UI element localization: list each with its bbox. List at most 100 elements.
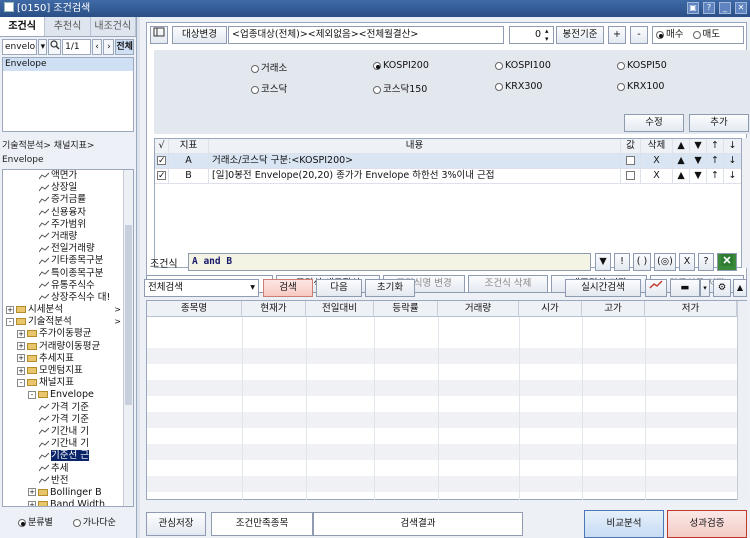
move-bottom-icon[interactable]: ↓ bbox=[724, 154, 741, 169]
radio-by-category[interactable]: 분류별 bbox=[18, 515, 53, 528]
move-down-icon[interactable]: ▼ bbox=[690, 154, 707, 169]
search-icon[interactable] bbox=[48, 39, 62, 55]
tab-condition[interactable]: 조건식 bbox=[0, 17, 46, 36]
move-up-icon[interactable]: ▲ bbox=[673, 154, 690, 169]
row-content[interactable]: [일]0봉전 Envelope(20,20) 종가가 Envelope 하한선 … bbox=[209, 169, 621, 184]
search-scope-select[interactable]: 전체검색 ▾ bbox=[144, 279, 259, 297]
move-up-icon[interactable]: ▲ bbox=[673, 169, 690, 184]
expand-icon[interactable]: + bbox=[17, 329, 25, 338]
help-icon[interactable]: ? bbox=[703, 2, 715, 14]
market-kospi100[interactable]: KOSPI100 bbox=[495, 60, 551, 71]
prev-page-icon[interactable]: ‹ bbox=[91, 39, 103, 55]
list-item[interactable]: Envelope bbox=[3, 58, 133, 71]
edit-button[interactable]: 수정 bbox=[624, 114, 684, 132]
search-button[interactable]: 검색 bbox=[263, 279, 313, 297]
row-value-checkbox[interactable] bbox=[621, 169, 641, 184]
tree-item[interactable]: 액면가 bbox=[3, 170, 133, 182]
tab-recommended[interactable]: 추천식 bbox=[45, 17, 91, 36]
row-delete-button[interactable]: X bbox=[641, 169, 673, 184]
radio-alphabetical[interactable]: 가나다순 bbox=[72, 515, 116, 528]
display-mode-icon[interactable]: ▬ bbox=[670, 279, 700, 297]
move-top-icon[interactable]: ↑ bbox=[707, 154, 724, 169]
tree-item[interactable]: - 채널지표 bbox=[3, 377, 133, 389]
formula-delete-button[interactable]: X bbox=[679, 253, 695, 271]
candle-basis-button[interactable]: 봉전기준 bbox=[556, 26, 604, 44]
tree-item[interactable]: 가격 기준 bbox=[3, 414, 133, 426]
row-content[interactable]: 거래소/코스닥 구분:<KOSPI200> bbox=[209, 154, 621, 169]
market-kosdaq[interactable]: 코스닥 bbox=[251, 81, 287, 95]
market-kosdaq150[interactable]: 코스닥150 bbox=[373, 81, 427, 95]
tab-my-conditions[interactable]: 내조건식 bbox=[90, 17, 136, 36]
tree-item[interactable]: 특이종목구분 bbox=[3, 268, 133, 280]
search-input[interactable]: envelope bbox=[2, 39, 38, 55]
tree-item[interactable]: + 주가이동평균 bbox=[3, 328, 133, 340]
plus-button[interactable]: + bbox=[608, 26, 626, 44]
collapse-icon[interactable]: - bbox=[28, 390, 36, 399]
row-checkbox[interactable] bbox=[155, 154, 169, 169]
next-button[interactable]: 다음 bbox=[316, 279, 362, 297]
market-krx300[interactable]: KRX300 bbox=[495, 81, 542, 92]
market-krx100[interactable]: KRX100 bbox=[617, 81, 664, 92]
formula-group-button[interactable]: (◎) bbox=[654, 253, 676, 271]
delete-formula-button[interactable]: 조건식 삭제 bbox=[468, 275, 548, 293]
chart-icon[interactable] bbox=[645, 279, 667, 297]
expand-icon[interactable]: + bbox=[28, 488, 36, 497]
minus-button[interactable]: - bbox=[630, 26, 648, 44]
tree-item[interactable]: 거래량 bbox=[3, 231, 133, 243]
save-watchlist-button[interactable]: 관심저장 bbox=[146, 512, 206, 536]
tree-item[interactable]: 주가범위 bbox=[3, 219, 133, 231]
tree-item[interactable]: 유통주식수 bbox=[3, 280, 133, 292]
expand-icon[interactable]: + bbox=[17, 354, 25, 363]
tree-item[interactable]: 전일거래량 bbox=[3, 243, 133, 255]
results-scrollbar[interactable] bbox=[737, 301, 747, 500]
excel-icon[interactable] bbox=[717, 253, 737, 271]
settings-gear-icon[interactable]: ⚙ bbox=[713, 279, 731, 297]
add-button[interactable]: 추가 bbox=[689, 114, 749, 132]
reset-button[interactable]: 초기화 bbox=[365, 279, 415, 297]
tree-item[interactable]: - 기술적분석 > bbox=[3, 316, 133, 328]
market-kospi-exchange[interactable]: 거래소 bbox=[251, 60, 287, 74]
tree-item[interactable]: 추세 bbox=[3, 463, 133, 475]
tree-item[interactable]: + 모멘텀지표 bbox=[3, 365, 133, 377]
tree-item[interactable]: 가격 기준 bbox=[3, 402, 133, 414]
move-down-icon[interactable]: ▼ bbox=[690, 169, 707, 184]
display-mode-dropdown-icon[interactable]: ▾ bbox=[700, 279, 710, 297]
tree-item[interactable]: 기타종목구분 bbox=[3, 255, 133, 267]
tree-item[interactable]: 기준선 근 bbox=[3, 450, 133, 462]
expand-icon[interactable]: + bbox=[17, 342, 25, 351]
radio-sell[interactable]: 매도 bbox=[692, 29, 720, 40]
expand-icon[interactable]: + bbox=[6, 305, 14, 314]
tree-item[interactable]: 반전 bbox=[3, 475, 133, 487]
tree-item[interactable]: + 시세분석 > bbox=[3, 304, 133, 316]
tree-item[interactable]: + 거래량이동평균 bbox=[3, 341, 133, 353]
minimize-icon[interactable]: _ bbox=[719, 2, 731, 14]
tree-item[interactable]: 증거금률 bbox=[3, 194, 133, 206]
move-bottom-icon[interactable]: ↓ bbox=[724, 169, 741, 184]
realtime-search-button[interactable]: 실시간검색 bbox=[565, 279, 641, 297]
formula-help-button[interactable]: ? bbox=[698, 253, 714, 271]
tree-item[interactable]: 기간내 기 bbox=[3, 438, 133, 450]
collapse-icon[interactable]: - bbox=[6, 317, 14, 326]
row-delete-button[interactable]: X bbox=[641, 154, 673, 169]
formula-paren-button[interactable]: ( ) bbox=[633, 253, 651, 271]
collapse-icon[interactable]: - bbox=[17, 378, 25, 387]
tree-item[interactable]: 상장주식수 대! bbox=[3, 292, 133, 304]
radio-buy[interactable]: 매수 bbox=[656, 29, 683, 40]
tree-item[interactable]: 기간내 기 bbox=[3, 426, 133, 438]
row-checkbox[interactable] bbox=[155, 169, 169, 184]
performance-check-button[interactable]: 성과검증 bbox=[667, 510, 747, 538]
market-kospi50[interactable]: KOSPI50 bbox=[617, 60, 667, 71]
all-button[interactable]: 전체 bbox=[115, 39, 135, 55]
expand-icon[interactable] bbox=[150, 26, 168, 44]
tree-item[interactable]: - Envelope bbox=[3, 389, 133, 401]
candle-spinner[interactable]: ▴ ▾ bbox=[545, 27, 549, 43]
tree-item[interactable]: 상장일 bbox=[3, 182, 133, 194]
table-scrollbar[interactable] bbox=[742, 138, 747, 268]
next-page-icon[interactable]: › bbox=[103, 39, 115, 55]
expand-icon[interactable]: + bbox=[17, 366, 25, 375]
page-input[interactable]: 1/1 bbox=[62, 39, 91, 55]
formula-input[interactable]: A and B bbox=[188, 253, 591, 271]
pin-icon[interactable]: ▣ bbox=[687, 2, 699, 14]
search-dropdown-icon[interactable]: ▾ bbox=[38, 39, 48, 55]
close-icon[interactable]: ✕ bbox=[735, 2, 747, 14]
